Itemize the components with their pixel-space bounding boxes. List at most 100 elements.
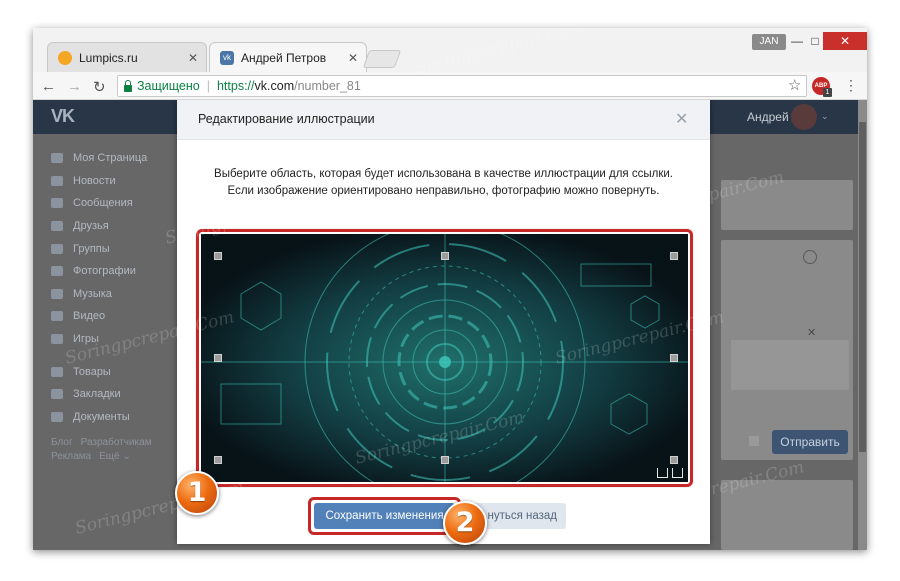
games-icon <box>51 334 63 345</box>
sidebar-item-messages[interactable]: Сообщения1 <box>51 192 191 215</box>
browser-toolbar: ← → ↻ Защищено | https:// vk.com /number… <box>33 72 867 100</box>
step-2-badge: 2 <box>443 501 487 545</box>
sidebar-item-label: Документы <box>73 410 130 423</box>
address-separator: | <box>206 79 210 93</box>
right-panel-top <box>721 180 853 230</box>
crop-handle-top[interactable] <box>441 252 449 260</box>
footer-link-more[interactable]: Ещё ⌄ <box>99 451 131 462</box>
right-panel-input[interactable] <box>731 340 849 390</box>
tab-close-icon[interactable]: ✕ <box>348 51 358 65</box>
sidebar-item-friends[interactable]: Друзья <box>51 215 191 238</box>
bookmark-star-icon[interactable]: ☆ <box>788 76 801 94</box>
close-window-button[interactable]: ✕ <box>823 32 867 50</box>
cart-icon <box>51 366 63 377</box>
document-icon <box>51 411 63 422</box>
sidebar-item-bookmarks[interactable]: Закладки <box>51 383 191 406</box>
profile-chip[interactable]: JAN <box>752 34 786 50</box>
crop-image[interactable] <box>201 234 688 482</box>
checkbox[interactable] <box>749 436 759 446</box>
sidebar-item-label: Игры <box>73 333 99 346</box>
close-icon[interactable]: ✕ <box>807 326 816 339</box>
sidebar-item-documents[interactable]: Документы <box>51 406 191 429</box>
sidebar-item-my-page[interactable]: Моя Страница <box>51 147 191 170</box>
sidebar-item-goods[interactable]: Товары <box>51 360 191 383</box>
right-panel-bottom <box>721 480 853 550</box>
sidebar-item-label: Закладки <box>73 388 121 401</box>
description-line-2: Если изображение ориентировано неправиль… <box>227 185 660 197</box>
dialog-description: Выберите область, которая будет использо… <box>177 166 710 200</box>
sidebar-item-label: Товары <box>73 365 111 378</box>
vk-logo[interactable]: VK <box>51 106 75 127</box>
sidebar-item-label: Новости <box>73 174 116 187</box>
lumpics-favicon-icon <box>58 50 72 65</box>
crop-handle-bottom-left[interactable] <box>214 456 222 464</box>
music-icon <box>51 288 63 299</box>
sidebar-item-label: Видео <box>73 310 106 323</box>
new-tab-button[interactable] <box>362 50 402 68</box>
sidebar-item-label: Фотографии <box>73 265 136 278</box>
minimize-button[interactable]: — <box>789 32 805 50</box>
footer-link-ads[interactable]: Реклама <box>51 451 91 462</box>
sidebar-item-label: Моя Страница <box>73 152 148 165</box>
send-button[interactable]: Отправить <box>772 430 848 454</box>
crop-handle-left[interactable] <box>214 354 222 362</box>
close-icon[interactable]: ✕ <box>675 109 688 129</box>
right-column: ✕ Отправить <box>721 140 853 550</box>
sidebar-item-news[interactable]: Новости <box>51 170 191 193</box>
rotate-left-icon[interactable] <box>657 468 668 478</box>
vk-favicon-icon: vk <box>220 50 234 65</box>
vk-page: VK Андрей ⌄ Моя Страница Новости Сообщен… <box>33 100 867 550</box>
save-changes-button[interactable]: Сохранить изменения <box>314 503 455 529</box>
address-bar[interactable]: Защищено | https:// vk.com /number_81 <box>117 75 807 97</box>
dialog-header: Редактирование иллюстрации ✕ <box>177 100 710 140</box>
sidebar-item-label: Друзья <box>73 220 109 233</box>
crop-handle-right[interactable] <box>670 354 678 362</box>
description-line-1: Выберите область, которая будет использо… <box>214 168 673 180</box>
footer-link-developers[interactable]: Разработчикам <box>81 437 152 448</box>
browser-menu-icon[interactable]: ⋮ <box>844 77 858 94</box>
avatar[interactable] <box>791 104 817 130</box>
tab-close-icon[interactable]: ✕ <box>188 51 198 65</box>
crop-handle-bottom-right[interactable] <box>670 456 678 464</box>
bookmark-icon <box>51 389 63 400</box>
video-icon <box>51 311 63 322</box>
url-host: vk.com <box>254 79 295 93</box>
sidebar-item-label: Группы <box>73 242 110 255</box>
sidebar-divider <box>51 350 191 360</box>
sidebar-item-label: Музыка <box>73 287 112 300</box>
sidebar-item-music[interactable]: Музыка <box>51 283 191 306</box>
sidebar-footer: Блог Разработчикам Реклама Ещё ⌄ <box>51 436 191 464</box>
sidebar-item-games[interactable]: Игры4 <box>51 328 191 351</box>
home-icon <box>51 153 63 164</box>
rotate-right-icon[interactable] <box>672 468 683 478</box>
tab-title: Андрей Петров <box>241 50 327 65</box>
chevron-down-icon[interactable]: ⌄ <box>821 111 829 122</box>
scrollbar-thumb[interactable] <box>859 122 866 452</box>
tab-vk-profile[interactable]: vk Андрей Петров ✕ <box>209 42 367 72</box>
tab-title: Lumpics.ru <box>79 50 138 65</box>
message-icon <box>51 198 63 209</box>
sidebar-item-groups[interactable]: Группы1 <box>51 237 191 260</box>
sidebar-item-video[interactable]: Видео <box>51 305 191 328</box>
sidebar-item-label: Сообщения <box>73 197 133 210</box>
reload-icon[interactable]: ↻ <box>93 78 106 96</box>
tech-circle-image <box>201 234 688 482</box>
screenshot-frame: Lumpics.ru ✕ vk Андрей Петров ✕ JAN — □ … <box>33 28 867 550</box>
crop-handle-top-right[interactable] <box>670 252 678 260</box>
security-indicator[interactable]: Защищено <box>124 79 200 93</box>
sidebar-item-photos[interactable]: Фотографии <box>51 260 191 283</box>
groups-icon <box>51 243 63 254</box>
vk-sidebar: Моя Страница Новости Сообщения1 Друзья Г… <box>51 147 191 464</box>
smile-icon[interactable] <box>803 250 817 264</box>
lock-icon <box>124 79 132 92</box>
header-username[interactable]: Андрей <box>747 110 789 124</box>
crop-handle-top-left[interactable] <box>214 252 222 260</box>
maximize-button[interactable]: □ <box>807 32 823 50</box>
step-1-badge: 1 <box>175 471 219 515</box>
tab-lumpics[interactable]: Lumpics.ru ✕ <box>47 42 207 72</box>
back-arrow-icon[interactable]: ← <box>41 78 56 95</box>
crop-handle-bottom[interactable] <box>441 456 449 464</box>
footer-link-blog[interactable]: Блог <box>51 437 73 448</box>
crop-area-highlight <box>196 229 693 487</box>
forward-arrow-icon[interactable]: → <box>67 78 82 95</box>
